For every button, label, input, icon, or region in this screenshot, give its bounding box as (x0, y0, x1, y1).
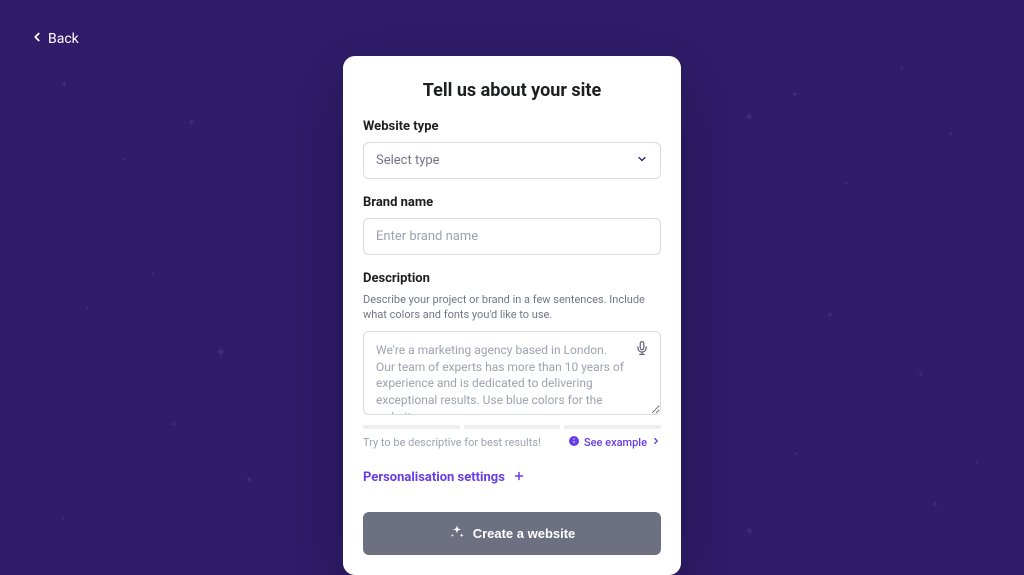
back-label: Back (48, 31, 79, 47)
sparkle-decor: ✦ (150, 270, 156, 278)
sparkle-decor: ✦ (931, 500, 939, 511)
see-example-link[interactable]: See example (568, 435, 661, 450)
website-type-placeholder: Select type (376, 153, 440, 168)
website-type-select[interactable]: Select type (363, 142, 661, 179)
description-hint-row: Try to be descriptive for best results! … (363, 435, 661, 450)
brand-name-input[interactable] (363, 218, 661, 255)
chevron-right-icon (651, 436, 661, 449)
brand-name-label: Brand name (363, 195, 661, 210)
sparkle-decor: ✦ (974, 460, 979, 467)
description-sublabel: Describe your project or brand in a few … (363, 292, 661, 323)
sparkle-decor: ✦ (899, 65, 904, 72)
create-website-button[interactable]: Create a website (363, 512, 661, 555)
personalisation-label: Personalisation settings (363, 470, 505, 485)
sparkle-decor: ✦ (170, 420, 177, 429)
microphone-icon[interactable] (633, 339, 651, 357)
sparkle-decor: ✦ (120, 155, 127, 164)
sparkle-decor: ✦ (791, 90, 799, 101)
sparkle-decor: ✦ (744, 110, 754, 124)
quality-segment (564, 425, 661, 429)
sparkle-decor: ✦ (245, 475, 253, 486)
page-title: Tell us about your site (363, 80, 661, 101)
description-quality-bar (363, 425, 661, 429)
chevron-down-icon (636, 153, 648, 169)
sparkle-decor: ✦ (826, 310, 834, 321)
sparkle-decor: ✦ (793, 450, 799, 458)
chevron-left-icon (30, 30, 48, 48)
sparkle-decor: ✦ (60, 515, 66, 523)
create-website-label: Create a website (473, 526, 576, 541)
sparkle-decor: ✦ (843, 180, 849, 188)
website-type-label: Website type (363, 119, 661, 134)
plus-icon (513, 470, 525, 486)
personalisation-settings-toggle[interactable]: Personalisation settings (363, 470, 525, 486)
description-textarea-wrap (363, 331, 661, 419)
sparkle-decor: ✦ (187, 116, 196, 129)
see-example-label: See example (584, 436, 647, 449)
back-button[interactable]: Back (30, 30, 79, 48)
description-hint: Try to be descriptive for best results! (363, 436, 541, 449)
sparkle-decor: ✦ (947, 130, 954, 139)
description-textarea[interactable] (363, 331, 661, 415)
sparkle-decor: ✦ (917, 370, 924, 379)
form-card: Tell us about your site Website type Sel… (343, 56, 681, 575)
quality-segment (363, 425, 460, 429)
description-label: Description (363, 271, 661, 286)
sparkle-icon (449, 524, 465, 543)
sparkle-decor: ✦ (85, 305, 90, 312)
sparkle-decor: ✦ (745, 525, 754, 538)
quality-segment (464, 425, 561, 429)
sparkle-decor: ✦ (215, 345, 227, 361)
info-icon (568, 435, 580, 450)
sparkle-decor: ✦ (60, 80, 68, 91)
